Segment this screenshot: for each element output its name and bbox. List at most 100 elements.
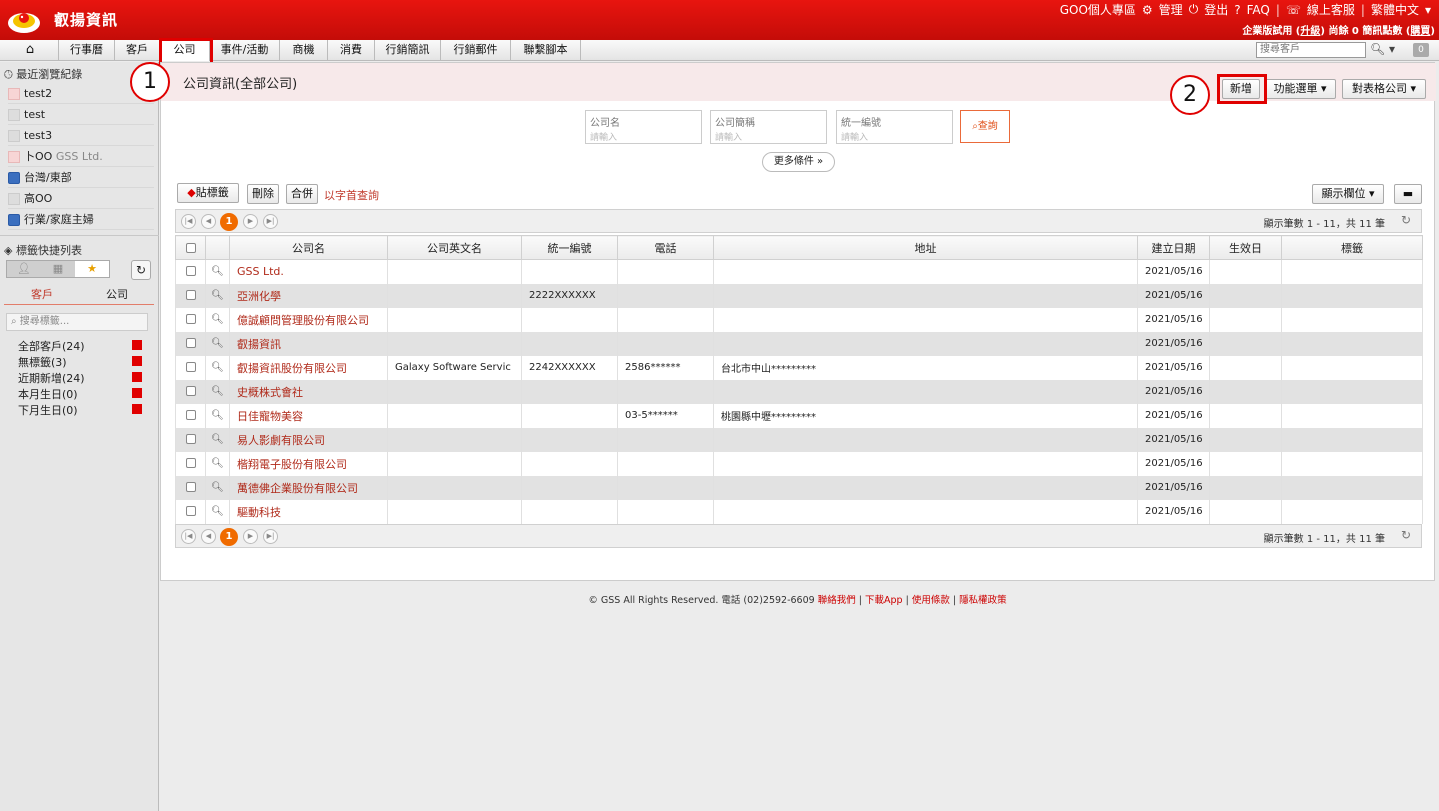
table-row[interactable]: 🔍︎ 億誠顧問管理股份有限公司 2021/05/16	[175, 307, 1423, 332]
first-page-icon[interactable]: |◀	[181, 214, 196, 229]
support-link[interactable]: 線上客服	[1307, 1, 1355, 18]
nav-sms[interactable]: 行銷簡訊	[375, 40, 441, 61]
current-page[interactable]: 1	[220, 213, 238, 231]
show-columns-button[interactable]: 顯示欄位 ▾	[1312, 184, 1384, 204]
recent-item[interactable]: 台灣/東部	[8, 168, 154, 188]
magnifier-icon[interactable]: 🔍︎	[205, 403, 230, 428]
recent-item[interactable]: 高OO	[8, 189, 154, 209]
recent-item[interactable]: test3	[8, 126, 154, 146]
short-name-field[interactable]: 公司簡稱 請輸入	[710, 110, 827, 144]
fullscreen-icon[interactable]: ▬	[1394, 184, 1422, 204]
row-checkbox[interactable]	[175, 427, 206, 452]
company-name-cell[interactable]: GSS Ltd.	[229, 259, 388, 284]
row-checkbox[interactable]	[175, 451, 206, 476]
table-row[interactable]: 🔍︎ 易人影劇有限公司 2021/05/16	[175, 427, 1423, 452]
col-english-name[interactable]: 公司英文名	[387, 235, 522, 260]
table-row[interactable]: 🔍︎ 叡揚資訊 2021/05/16	[175, 331, 1423, 356]
tag-search-input[interactable]: ⌕ 搜尋標籤...	[6, 313, 148, 331]
company-name-cell[interactable]: 叡揚資訊	[229, 331, 388, 356]
query-button[interactable]: ⌕查詢	[960, 110, 1010, 143]
first-page-icon[interactable]: |◀	[181, 529, 196, 544]
company-name-cell[interactable]: 叡揚資訊股份有限公司	[229, 355, 388, 380]
tab-customers[interactable]: 客戶	[31, 286, 53, 302]
customer-search-input[interactable]: 搜尋客戶	[1256, 42, 1366, 58]
table-row[interactable]: 🔍︎ 史概株式會社 2021/05/16	[175, 379, 1423, 404]
more-conditions-button[interactable]: 更多條件 »	[762, 152, 835, 172]
recent-item[interactable]: 行業/家庭主婦	[8, 210, 154, 230]
col-tags[interactable]: 標籤	[1281, 235, 1423, 260]
tag-button[interactable]: ◆貼標籤	[177, 183, 239, 203]
table-row[interactable]: 🔍︎ 驅動科技 2021/05/16	[175, 499, 1423, 524]
company-name-cell[interactable]: 亞洲化學	[229, 283, 388, 308]
row-checkbox[interactable]	[175, 331, 206, 356]
col-tax-id[interactable]: 統一編號	[521, 235, 618, 260]
table-row[interactable]: 🔍︎ 日佳寵物美容 03-5****** 桃園縣中壢********* 2021/05/…	[175, 403, 1423, 428]
row-checkbox[interactable]	[175, 475, 206, 500]
company-name-cell[interactable]: 驅動科技	[229, 499, 388, 524]
language-select[interactable]: 繁體中文	[1371, 1, 1419, 18]
personal-link[interactable]: GOO個人專區	[1060, 1, 1136, 18]
company-name-cell[interactable]: 易人影劇有限公司	[229, 427, 388, 452]
table-row[interactable]: 🔍︎ GSS Ltd. 2021/05/16	[175, 259, 1423, 284]
row-checkbox[interactable]	[175, 259, 206, 284]
prev-page-icon[interactable]: ◀	[201, 529, 216, 544]
magnifier-icon[interactable]: 🔍︎	[205, 475, 230, 500]
reload-icon[interactable]: ↻	[1401, 528, 1411, 542]
magnifier-icon[interactable]: 🔍︎	[205, 283, 230, 308]
person-tags-icon[interactable]: 👤︎	[7, 261, 41, 277]
home-icon[interactable]: ⌂	[2, 40, 59, 61]
magnifier-icon[interactable]: 🔍︎	[205, 331, 230, 356]
row-checkbox[interactable]	[175, 355, 206, 380]
tag-item[interactable]: 近期新增(24)	[18, 370, 85, 386]
row-checkbox[interactable]	[175, 283, 206, 308]
recent-item[interactable]: 卜OO GSS Ltd.	[8, 147, 154, 167]
nav-events[interactable]: 事件/活動	[210, 40, 280, 61]
table-company-button[interactable]: 對表格公司 ▾	[1342, 79, 1426, 99]
company-name-cell[interactable]: 萬德佛企業股份有限公司	[229, 475, 388, 500]
tag-item[interactable]: 下月生日(0)	[18, 402, 78, 418]
row-checkbox[interactable]	[175, 403, 206, 428]
company-name-cell[interactable]: 史概株式會社	[229, 379, 388, 404]
company-name-cell[interactable]: 楷翔電子股份有限公司	[229, 451, 388, 476]
magnifier-icon[interactable]: 🔍︎	[205, 259, 230, 284]
reload-icon[interactable]: ↻	[1401, 213, 1411, 227]
initial-query-link[interactable]: 以字首查詢	[324, 187, 379, 203]
function-menu-button[interactable]: 功能選單 ▾	[1264, 79, 1336, 99]
magnifier-icon[interactable]: 🔍︎	[205, 451, 230, 476]
col-address[interactable]: 地址	[713, 235, 1138, 260]
tag-type-switch[interactable]: 👤︎ ▦ ★	[6, 260, 110, 278]
row-checkbox[interactable]	[175, 307, 206, 332]
company-name-cell[interactable]: 億誠顧問管理股份有限公司	[229, 307, 388, 332]
company-name-field[interactable]: 公司名 請輸入	[585, 110, 702, 144]
table-row[interactable]: 🔍︎ 叡揚資訊股份有限公司 Galaxy Software Servic 2242XX…	[175, 355, 1423, 380]
col-phone[interactable]: 電話	[617, 235, 714, 260]
table-row[interactable]: 🔍︎ 楷翔電子股份有限公司 2021/05/16	[175, 451, 1423, 476]
delete-button[interactable]: 刪除	[247, 184, 279, 204]
magnifier-icon[interactable]: 🔍︎	[205, 355, 230, 380]
row-checkbox[interactable]	[175, 499, 206, 524]
star-icon[interactable]: ★	[75, 261, 109, 277]
last-page-icon[interactable]: ▶|	[263, 214, 278, 229]
next-page-icon[interactable]: ▶	[243, 529, 258, 544]
magnifier-icon[interactable]: 🔍︎	[205, 307, 230, 332]
privacy-link[interactable]: 隱私權政策	[959, 595, 1007, 606]
tab-companies[interactable]: 公司	[106, 286, 128, 302]
terms-link[interactable]: 使用條款	[912, 595, 950, 606]
download-app-link[interactable]: 下載App	[865, 595, 903, 606]
col-created[interactable]: 建立日期	[1137, 235, 1210, 260]
table-row[interactable]: 🔍︎ 萬德佛企業股份有限公司 2021/05/16	[175, 475, 1423, 500]
tag-item[interactable]: 本月生日(0)	[18, 386, 78, 402]
select-all-checkbox[interactable]	[175, 235, 206, 260]
next-page-icon[interactable]: ▶	[243, 214, 258, 229]
row-checkbox[interactable]	[175, 379, 206, 404]
nav-scripts[interactable]: 聯繫腳本	[511, 40, 581, 61]
nav-email[interactable]: 行銷郵件	[441, 40, 511, 61]
company-tags-icon[interactable]: ▦	[41, 261, 75, 277]
refresh-icon[interactable]: ↻	[131, 260, 151, 280]
logout-link[interactable]: 登出	[1204, 1, 1228, 18]
buy-link[interactable]: 購買	[1410, 26, 1430, 37]
recent-item[interactable]: test	[8, 105, 154, 125]
nav-consumption[interactable]: 消費	[328, 40, 375, 61]
search-icon[interactable]: 🔍︎ ▾	[1370, 42, 1395, 56]
brand-name[interactable]: 叡揚資訊	[54, 9, 118, 30]
